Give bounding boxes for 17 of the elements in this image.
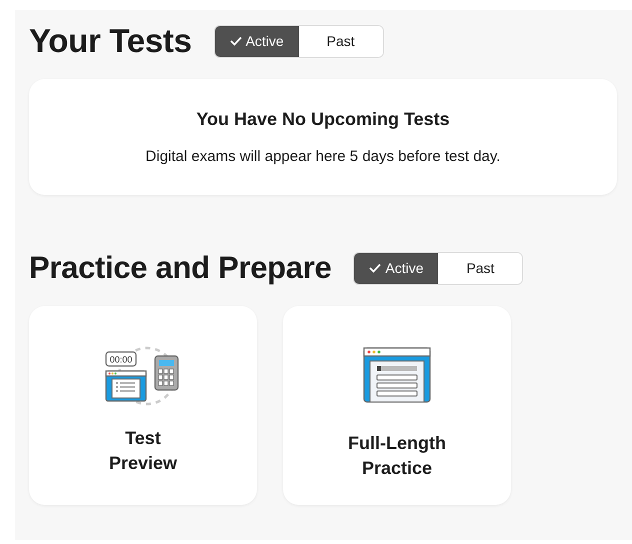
practice-card[interactable]: 00:00 Test Preview xyxy=(29,306,257,505)
practice-card[interactable]: Full-Length Practice xyxy=(283,306,511,505)
browser-window-icon xyxy=(363,347,431,403)
empty-state-title: You Have No Upcoming Tests xyxy=(196,109,450,130)
browser-window-icon xyxy=(105,370,147,402)
calculator-icon xyxy=(154,355,179,391)
check-icon xyxy=(230,36,242,46)
toggle-tab[interactable]: Active xyxy=(354,252,438,284)
toggle-tab[interactable]: Active xyxy=(214,26,299,56)
section-title: Your Tests xyxy=(29,22,192,60)
section-title: Practice and Prepare xyxy=(29,250,332,286)
timer-frame xyxy=(105,351,137,367)
empty-state-message: Digital exams will appear here 5 days before test day. xyxy=(146,148,500,165)
card-label: Test Preview xyxy=(108,427,178,475)
timer-text: 00:00 xyxy=(110,354,132,364)
card-label: Full-Length Practice xyxy=(348,432,446,480)
check-icon xyxy=(369,263,382,273)
